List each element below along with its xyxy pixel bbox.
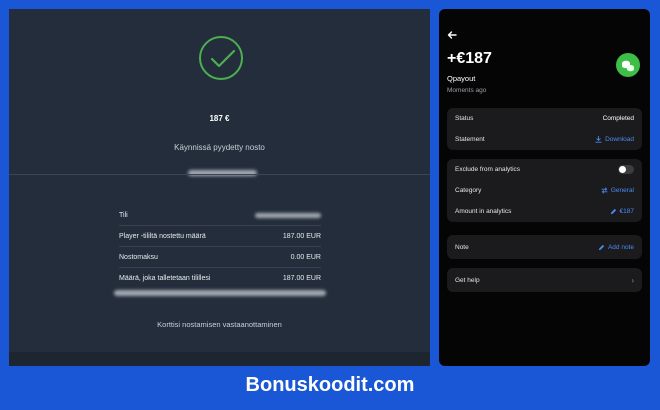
transaction-detail-panel: +€187 Qpayout Moments ago Status Complet… bbox=[439, 9, 650, 366]
status-value: Completed bbox=[602, 115, 634, 122]
status-label: Status bbox=[455, 115, 474, 122]
exclude-label: Exclude from analytics bbox=[455, 166, 521, 173]
detail-row-withdrawn: Player -tililtä nostettu määrä 187.00 EU… bbox=[119, 226, 321, 247]
amount-analytics-button[interactable]: €187 bbox=[610, 208, 634, 215]
redacted-account bbox=[255, 212, 321, 218]
exclude-row: Exclude from analytics bbox=[447, 159, 642, 180]
receipt-text: Korttisi nostamisen vastaanottaminen bbox=[157, 320, 282, 329]
statement-label: Statement bbox=[455, 136, 485, 143]
back-arrow-icon[interactable] bbox=[447, 31, 457, 42]
withdrawal-details-table: Tili Player -tililtä nostettu määrä 187.… bbox=[119, 205, 321, 289]
category-button[interactable]: General bbox=[601, 187, 634, 194]
note-label: Note bbox=[455, 243, 469, 251]
swap-icon bbox=[601, 187, 608, 194]
divider bbox=[9, 174, 430, 175]
add-note-button[interactable]: Add note bbox=[598, 244, 634, 251]
exclude-toggle[interactable] bbox=[618, 165, 634, 174]
panel-footer bbox=[9, 352, 430, 366]
get-help-row[interactable]: Get help › bbox=[447, 268, 642, 292]
analytics-card: Exclude from analytics Category General … bbox=[447, 159, 642, 222]
add-note-label: Add note bbox=[607, 243, 634, 251]
category-row: Category General bbox=[447, 180, 642, 201]
detail-label: Määrä, joka talletetaan tilillesi bbox=[119, 275, 211, 282]
detail-label: Player -tililtä nostettu määrä bbox=[119, 232, 206, 240]
detail-value: 187.00 EUR bbox=[282, 275, 321, 282]
chevron-right-icon: › bbox=[631, 275, 634, 285]
redacted-reference bbox=[188, 170, 257, 176]
pencil-icon bbox=[598, 244, 605, 250]
download-icon bbox=[595, 136, 602, 143]
withdrawal-confirmation-panel: 187 € Käynnissä pyydetty nosto Tili Play… bbox=[9, 9, 430, 366]
amount-analytics-label: Amount in analytics bbox=[455, 208, 512, 215]
amount-analytics-row: Amount in analytics €187 bbox=[447, 201, 642, 222]
detail-label: Nostomaksu bbox=[119, 253, 158, 261]
category-label: Category bbox=[455, 187, 482, 194]
status-card: Status Completed Statement Download bbox=[447, 108, 642, 150]
detail-row-account: Tili bbox=[119, 205, 321, 226]
category-value: General bbox=[610, 187, 634, 194]
redacted-transaction-id bbox=[114, 290, 326, 296]
download-label: Download bbox=[605, 136, 634, 143]
pencil-icon bbox=[610, 208, 616, 215]
detail-value: 187.00 EUR bbox=[282, 232, 321, 240]
coins-icon bbox=[616, 53, 640, 77]
detail-row-deposit: Määrä, joka talletetaan tilillesi 187.00… bbox=[119, 268, 321, 289]
download-button[interactable]: Download bbox=[595, 136, 634, 143]
amount-analytics-value: €187 bbox=[619, 208, 634, 215]
help-card[interactable]: Get help › bbox=[447, 268, 642, 292]
note-row: Note Add note bbox=[447, 235, 642, 259]
detail-value: 0.00 EUR bbox=[290, 253, 321, 261]
statement-row: Statement Download bbox=[447, 129, 642, 150]
detail-label: Tili bbox=[119, 211, 128, 219]
transaction-time: Moments ago bbox=[447, 87, 487, 94]
brand-logo: Bonuskoodit.com bbox=[245, 374, 415, 396]
merchant-name: Qpayout bbox=[447, 74, 476, 83]
note-card: Note Add note bbox=[447, 235, 642, 259]
withdrawal-amount: 187 € bbox=[209, 114, 230, 123]
transaction-amount: +€187 bbox=[447, 50, 492, 67]
checkmark-icon bbox=[199, 36, 243, 80]
detail-row-fee: Nostomaksu 0.00 EUR bbox=[119, 247, 321, 268]
toggle-knob bbox=[619, 166, 626, 173]
get-help-label: Get help bbox=[455, 276, 480, 284]
withdrawal-status: Käynnissä pyydetty nosto bbox=[174, 143, 265, 152]
status-row: Status Completed bbox=[447, 108, 642, 129]
